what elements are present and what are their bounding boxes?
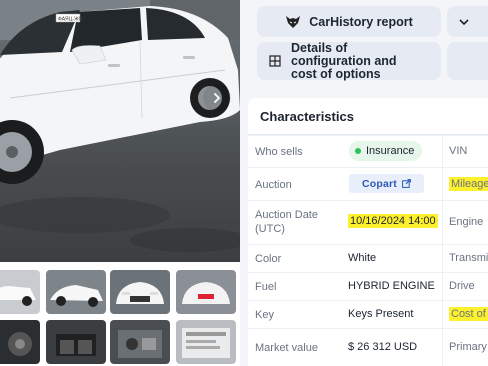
status-dot: [355, 148, 361, 154]
vin-label: VIN: [449, 145, 468, 157]
seller-value: Insurance: [366, 145, 415, 157]
row-auction-date: Auction Date (UTC) 10/16/2024 14:00 Engi…: [248, 200, 488, 244]
primary-label: Primary: [449, 341, 487, 353]
details-panel: CarHistory report Details of configurati…: [248, 0, 488, 366]
chevron-right-icon: [214, 93, 221, 103]
color-label: Color: [255, 253, 282, 265]
configuration-details-button[interactable]: Details of configuration and cost of opt…: [257, 40, 441, 81]
market-value-label: Market value: [255, 342, 318, 354]
thumbnail[interactable]: [110, 320, 170, 364]
divider: [442, 301, 443, 328]
characteristics-title: Characteristics: [260, 109, 354, 124]
cost-label: Cost of: [449, 307, 488, 321]
thumbnail[interactable]: [46, 320, 106, 364]
engine-label: Engine: [449, 216, 484, 228]
thumbnail[interactable]: [0, 270, 40, 314]
who-sells-label: Who sells: [255, 146, 303, 158]
plate-text: ФАЯЦ-ЖОЗ: [58, 17, 85, 23]
secondary-action-button[interactable]: [447, 6, 488, 37]
fuel-value: HYBRID ENGINE: [348, 280, 435, 292]
thumbnail[interactable]: [176, 270, 236, 314]
auction-date-value: 10/16/2024 14:00: [348, 214, 438, 228]
grid-icon: [269, 55, 281, 67]
thumbnail[interactable]: [176, 320, 236, 364]
divider: [442, 201, 443, 244]
car-photo: ФАЯЦ-ЖОЗ: [0, 0, 240, 252]
thumbnail[interactable]: [110, 270, 170, 314]
key-label: Key: [255, 309, 274, 321]
seller-badge: Insurance: [349, 141, 423, 161]
main-photo[interactable]: ФАЯЦ-ЖОЗ: [0, 0, 240, 262]
divider: [442, 329, 443, 366]
next-photo-button[interactable]: [203, 84, 231, 112]
auction-date-label: Auction Date (UTC): [255, 209, 318, 235]
auction-label: Auction: [255, 179, 292, 191]
divider: [442, 136, 443, 167]
divider: [442, 245, 443, 272]
thumbnail[interactable]: [46, 270, 106, 314]
row-key: Key Keys Present Cost of: [248, 300, 488, 328]
fuel-label: Fuel: [255, 281, 277, 293]
auction-link[interactable]: Copart: [349, 174, 424, 193]
configuration-details-label: Details of configuration and cost of opt…: [291, 40, 397, 81]
carhistory-report-label: CarHistory report: [309, 14, 413, 29]
auction-value: Copart: [361, 177, 398, 190]
photo-gallery: ФАЯЦ-ЖОЗ: [0, 0, 240, 366]
chevron-down-icon: [459, 18, 469, 25]
color-value: White: [348, 252, 377, 264]
market-value: $ 26 312 USD: [348, 341, 418, 353]
fox-icon: [286, 15, 301, 28]
key-value: Keys Present: [348, 308, 414, 320]
divider: [442, 273, 443, 300]
divider: [442, 168, 443, 200]
row-market-value: Market value $ 26 312 USD Primary: [248, 328, 488, 366]
thumbnail[interactable]: [0, 320, 40, 364]
row-color: Color White Transmi: [248, 244, 488, 272]
secondary-action-button-2[interactable]: [447, 42, 488, 80]
external-link-icon: [402, 179, 411, 188]
transmission-label: Transmi: [449, 252, 488, 264]
row-fuel: Fuel HYBRID ENGINE Drive: [248, 272, 488, 300]
characteristics-card: Characteristics Who sells VIN Insurance …: [248, 98, 488, 366]
carhistory-report-button[interactable]: CarHistory report: [257, 6, 441, 37]
drive-label: Drive: [449, 280, 475, 292]
mileage-label: Mileage: [449, 177, 488, 191]
